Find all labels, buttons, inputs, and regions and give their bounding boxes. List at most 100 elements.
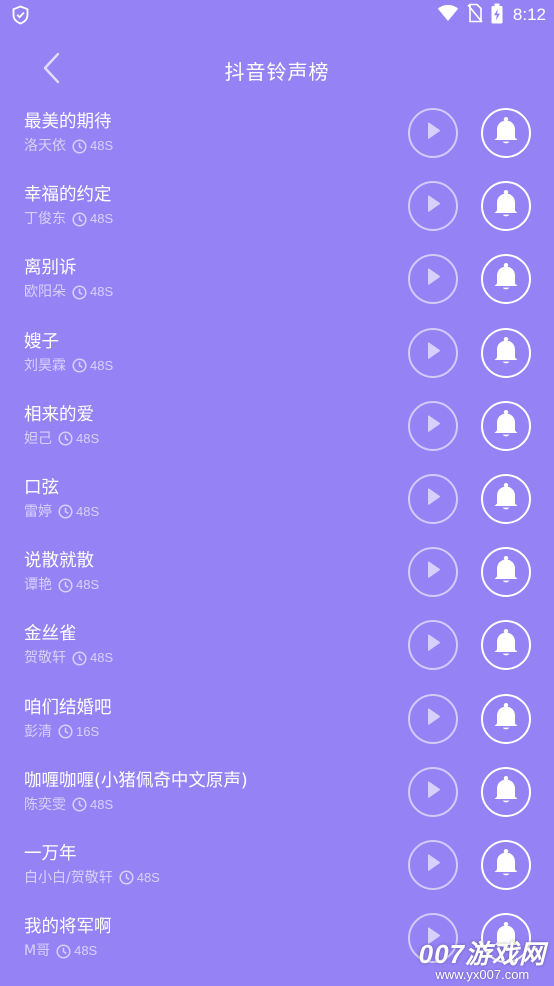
song-meta: 妲己 48S — [24, 430, 99, 448]
bell-icon — [492, 116, 520, 150]
set-ringtone-button[interactable] — [481, 620, 531, 671]
play-button[interactable] — [408, 693, 458, 744]
song-duration: 48S — [74, 943, 98, 959]
song-artist: 陈奕雯 — [24, 796, 66, 813]
play-icon — [424, 267, 442, 291]
play-button[interactable] — [408, 839, 458, 890]
song-artist: 欧阳朵 — [24, 284, 66, 301]
song-duration: 48S — [90, 796, 114, 812]
clock-icon — [58, 504, 73, 519]
song-row: 嫂子 刘昊霖 48S — [0, 317, 554, 390]
set-ringtone-button[interactable] — [481, 108, 531, 158]
play-button[interactable] — [408, 766, 458, 817]
set-ringtone-button[interactable] — [481, 547, 531, 598]
play-button[interactable] — [408, 327, 458, 378]
song-artist: 彭清 — [24, 723, 52, 740]
song-info: 咖喱咖喱(小猪佩奇中文原声) 陈奕雯 48S — [24, 769, 248, 814]
song-artist: M哥 — [24, 943, 51, 960]
song-info: 说散就散 谭艳 48S — [24, 549, 99, 594]
song-title: 金丝雀 — [24, 624, 77, 645]
set-ringtone-button[interactable] — [481, 693, 531, 744]
song-title: 咱们结婚吧 — [24, 697, 112, 718]
set-ringtone-button[interactable] — [481, 254, 531, 305]
song-artist: 刘昊霖 — [24, 357, 66, 374]
song-info: 金丝雀 贺敬轩 48S — [24, 622, 113, 667]
status-time: 8:12 — [512, 5, 546, 24]
watermark-url: www.yx007.com — [435, 967, 530, 982]
song-meta: 丁俊东 48S — [24, 210, 113, 228]
set-ringtone-button[interactable] — [481, 181, 531, 232]
song-info: 口弦 雷婷 48S — [24, 476, 99, 521]
clock-icon — [119, 870, 134, 885]
clock-icon — [72, 797, 87, 812]
clock-icon — [72, 138, 87, 154]
song-duration: 48S — [76, 577, 100, 593]
song-row: 口弦 雷婷 48S — [0, 463, 554, 536]
bell-icon — [492, 628, 520, 662]
song-row: 金丝雀 贺敬轩 48S — [0, 609, 554, 682]
play-button[interactable] — [408, 400, 458, 451]
song-info: 相来的爱 妲己 48S — [24, 403, 99, 448]
clock-icon — [58, 578, 73, 593]
song-duration: 48S — [90, 650, 114, 666]
play-icon — [424, 560, 442, 584]
play-button[interactable] — [408, 181, 458, 232]
song-duration: 48S — [90, 138, 114, 153]
song-duration: 48S — [76, 503, 100, 519]
song-row: 幸福的约定 丁俊东 48S — [0, 170, 554, 243]
song-info: 幸福的约定 丁俊东 48S — [24, 183, 113, 228]
play-button[interactable] — [408, 473, 458, 524]
song-meta: 谭艳 48S — [24, 576, 99, 594]
battery-charging-icon — [491, 3, 503, 28]
play-button[interactable] — [408, 108, 458, 158]
song-info: 我的将军啊 M哥 48S — [24, 915, 112, 960]
clock-icon — [58, 431, 73, 446]
set-ringtone-button[interactable] — [481, 327, 531, 378]
set-ringtone-button[interactable] — [481, 400, 531, 451]
song-title: 说散就散 — [24, 551, 94, 572]
play-icon — [424, 414, 442, 438]
set-ringtone-button[interactable] — [481, 473, 531, 524]
song-info: 最美的期待 洛天依 48S — [24, 110, 113, 155]
shield-check-icon — [11, 5, 30, 29]
no-sim-icon — [467, 3, 483, 27]
play-icon — [424, 707, 442, 731]
song-meta: 彭清 16S — [24, 723, 112, 741]
song-title: 离别诉 — [24, 258, 77, 279]
bell-icon — [492, 848, 520, 882]
set-ringtone-button[interactable] — [481, 839, 531, 890]
bell-icon — [492, 409, 520, 443]
play-icon — [424, 633, 442, 657]
song-info: 咱们结婚吧 彭清 16S — [24, 696, 112, 741]
header: 抖音铃声榜 — [0, 40, 554, 98]
song-meta: 陈奕雯 48S — [24, 796, 248, 814]
clock-icon — [72, 212, 87, 227]
song-row: 最美的期待 洛天依 48S — [0, 97, 554, 170]
song-title: 相来的爱 — [24, 404, 94, 425]
status-bar: 8:12 — [0, 0, 554, 30]
play-icon — [424, 780, 442, 804]
song-meta: 白小白/贺敬轩 48S — [24, 869, 160, 887]
song-row: 相来的爱 妲己 48S — [0, 390, 554, 463]
song-list: 最美的期待 洛天依 48S 幸福的约定 丁俊东 48S 离别诉 欧阳朵 48S … — [0, 97, 554, 975]
page-title: 抖音铃声榜 — [224, 60, 330, 84]
bell-icon — [492, 262, 520, 296]
set-ringtone-button[interactable] — [481, 766, 531, 817]
bell-icon — [492, 702, 520, 736]
clock-icon — [72, 285, 87, 300]
song-artist: 丁俊东 — [24, 211, 66, 228]
bell-icon — [492, 336, 520, 370]
song-info: 离别诉 欧阳朵 48S — [24, 256, 113, 301]
song-row: 咱们结婚吧 彭清 16S — [0, 683, 554, 756]
play-button[interactable] — [408, 620, 458, 671]
song-duration: 48S — [90, 284, 114, 300]
song-meta: 欧阳朵 48S — [24, 283, 113, 301]
play-icon — [424, 121, 442, 145]
bell-icon — [492, 189, 520, 223]
song-duration: 48S — [90, 211, 114, 227]
play-button[interactable] — [408, 547, 458, 598]
song-artist: 洛天依 — [24, 138, 66, 154]
play-button[interactable] — [408, 254, 458, 305]
song-title: 咖喱咖喱(小猪佩奇中文原声) — [24, 770, 248, 791]
bell-icon — [492, 775, 520, 809]
